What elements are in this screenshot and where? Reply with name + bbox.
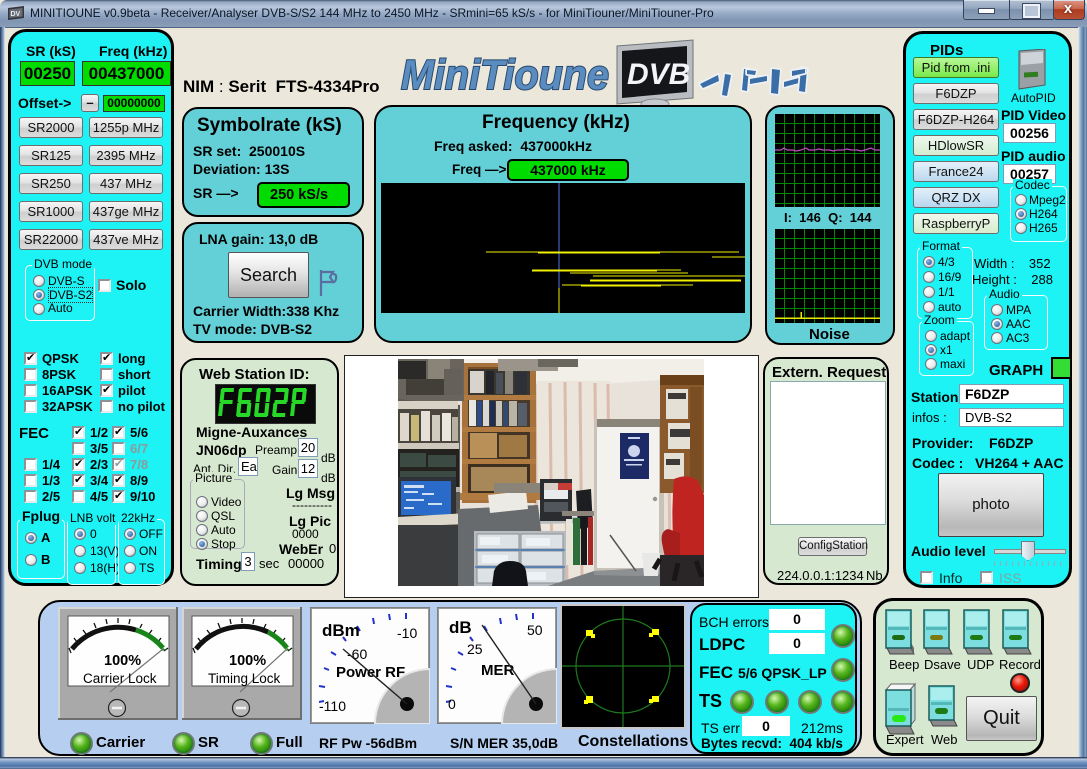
svg-text:dBm: dBm	[322, 621, 360, 640]
svg-text:100%: 100%	[104, 653, 141, 669]
svg-text:25: 25	[467, 641, 483, 657]
svg-text:0: 0	[448, 696, 456, 712]
svg-text:100%: 100%	[229, 653, 266, 669]
svg-text:DVB: DVB	[627, 58, 690, 91]
svg-text:Carrier Lock: Carrier Lock	[83, 671, 157, 686]
svg-text:dB: dB	[449, 618, 472, 637]
svg-text:-10: -10	[397, 625, 417, 641]
svg-text:50: 50	[527, 622, 543, 638]
svg-text:DV: DV	[11, 11, 21, 18]
svg-text:-110: -110	[319, 698, 346, 714]
svg-text:Timing Lock: Timing Lock	[208, 671, 281, 686]
svg-text:-60: -60	[347, 646, 367, 662]
svg-text:MiniTioune: MiniTioune	[401, 51, 609, 98]
